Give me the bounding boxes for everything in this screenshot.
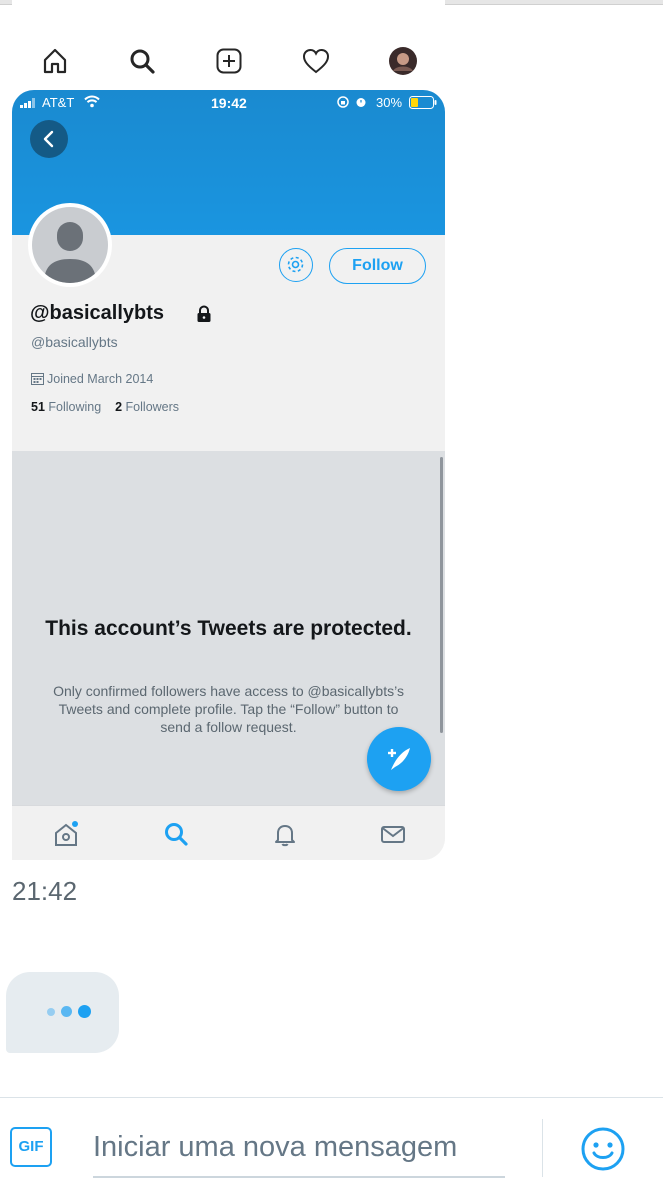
status-time: 19:42 [211, 95, 247, 111]
profile-avatar [389, 47, 417, 75]
emoji-icon[interactable] [580, 1126, 626, 1172]
typing-dot [61, 1006, 72, 1017]
protected-title: This account’s Tweets are protected. [45, 617, 412, 640]
composer-divider [0, 1097, 663, 1098]
phone-status-bar: AT&T 19:42 30% [12, 94, 445, 114]
twitter-screenshot: AT&T 19:42 30% Follow @basicallybts @bas… [12, 90, 445, 860]
lock-icon [197, 305, 211, 322]
alarm-icon [356, 98, 366, 107]
follow-stats: 51 Following 2 Followers [31, 400, 179, 414]
protected-description: Only confirmed followers have access to … [53, 683, 404, 735]
scrollbar[interactable] [440, 457, 443, 733]
joined-date: Joined March 2014 [31, 372, 153, 386]
heart-icon [302, 48, 330, 74]
twitter-tab-bar [12, 805, 445, 860]
followers-label[interactable]: Followers [126, 400, 180, 414]
search-icon[interactable] [162, 820, 190, 848]
carrier-label: AT&T [42, 95, 75, 110]
home-icon [43, 48, 67, 74]
joined-label: Joined March 2014 [47, 372, 154, 386]
profile-avatar-large [28, 203, 112, 287]
follow-button[interactable]: Follow [329, 248, 426, 284]
shared-screenshot[interactable]: AT&T 19:42 30% Follow @basicallybts @bas… [12, 0, 445, 860]
compose-tweet-button[interactable] [367, 727, 431, 791]
signal-icon [20, 98, 35, 108]
compose-quill-icon [388, 748, 410, 770]
message-input[interactable] [93, 1118, 505, 1178]
back-button[interactable] [30, 120, 68, 158]
chevron-left-icon [43, 130, 54, 148]
composer-separator [542, 1119, 543, 1177]
gif-button[interactable]: GIF [10, 1127, 52, 1167]
followers-count[interactable]: 2 [115, 400, 122, 414]
profile-display-name: @basicallybts [30, 302, 165, 324]
typing-dot [78, 1005, 91, 1018]
rotation-lock-icon [337, 96, 349, 108]
gear-icon [287, 256, 304, 273]
typing-dot [47, 1008, 55, 1016]
messages-icon[interactable] [379, 820, 407, 848]
calendar-icon [31, 373, 44, 385]
battery-icon [409, 96, 437, 109]
default-avatar-icon [44, 222, 96, 283]
search-icon [130, 49, 155, 74]
profile-handle: @basicallybts [31, 334, 118, 350]
instagram-nav-bar [12, 34, 445, 89]
wifi-icon [84, 95, 100, 108]
battery-percent: 30% [376, 95, 403, 110]
notifications-icon[interactable] [271, 820, 299, 848]
message-timestamp: 21:42 [12, 876, 78, 906]
settings-button[interactable] [279, 248, 313, 282]
home-icon[interactable] [52, 820, 80, 848]
following-label[interactable]: Following [48, 400, 101, 414]
typing-indicator [6, 972, 119, 1053]
add-post-icon [216, 48, 242, 74]
following-count[interactable]: 51 [31, 400, 45, 414]
